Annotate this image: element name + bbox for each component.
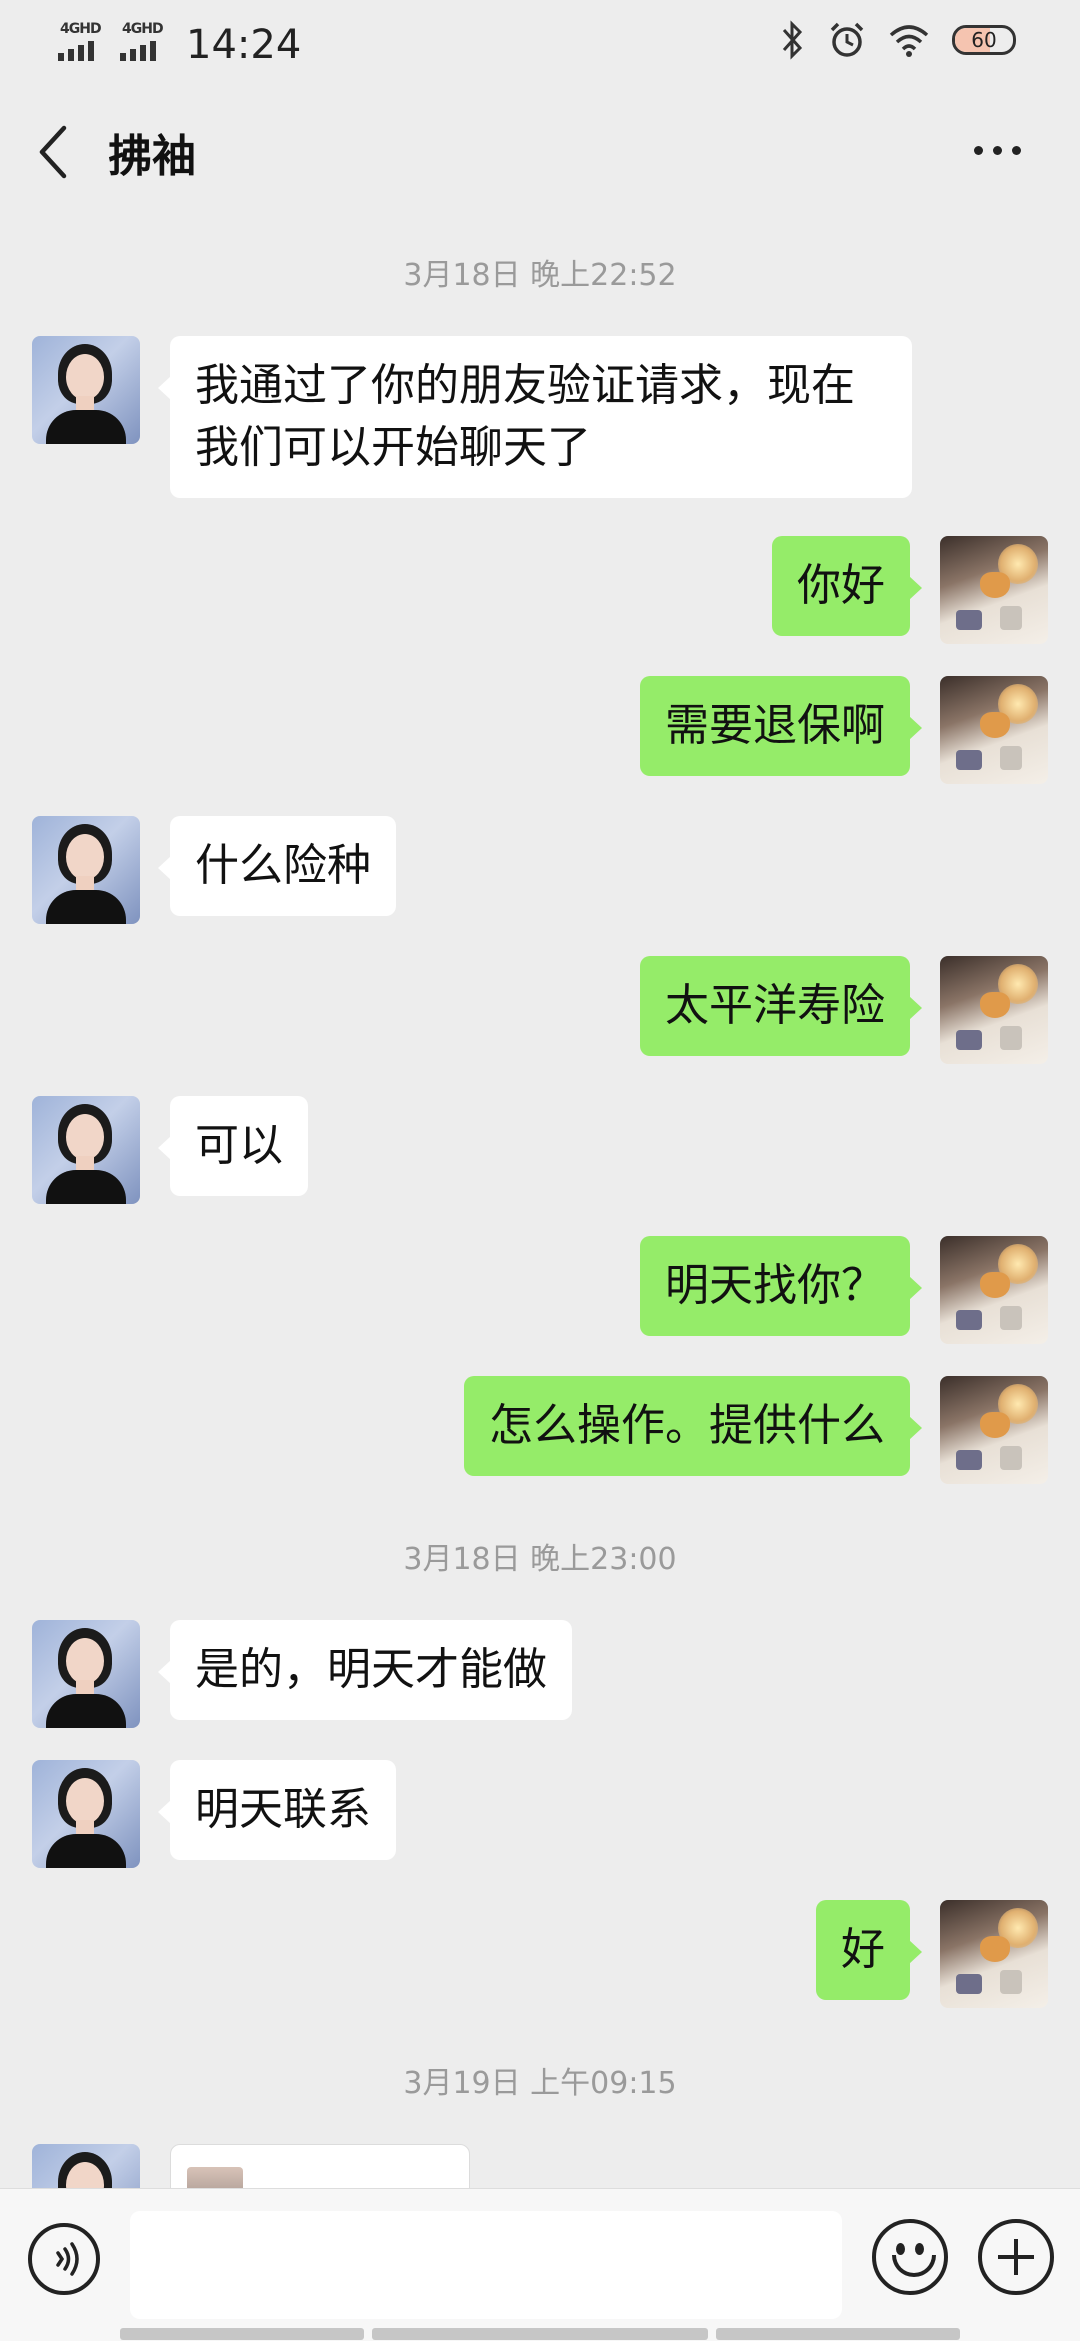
back-button[interactable]: [34, 122, 74, 182]
chat-title: 拂袖: [108, 131, 196, 182]
plus-button[interactable]: [978, 2219, 1054, 2295]
card-thumbnail: [187, 2167, 243, 2188]
timestamp: 3月18日 晚上22:52: [403, 258, 677, 293]
message-list[interactable]: 3月18日 晚上22:52 我通过了你的朋友验证请求，现在 我们可以开始聊天了 …: [0, 216, 1080, 2188]
card-message[interactable]: [170, 2144, 470, 2188]
network-type-2: 4GHD: [122, 21, 164, 37]
contact-avatar[interactable]: [32, 816, 140, 924]
keyboard-hint-bar: [372, 2328, 708, 2340]
message-bubble-incoming[interactable]: 可以: [158, 1096, 308, 1196]
emoji-button[interactable]: [872, 2219, 948, 2295]
cell-signal-icon: 4GHD: [58, 21, 114, 65]
my-avatar[interactable]: [940, 1376, 1048, 1484]
bluetooth-icon: [782, 20, 803, 60]
chat-header: 拂袖: [0, 80, 1080, 216]
keyboard-hint-bar: [716, 2328, 960, 2340]
my-avatar[interactable]: [940, 1900, 1048, 2008]
contact-avatar[interactable]: [32, 1760, 140, 1868]
my-avatar[interactable]: [940, 536, 1048, 644]
wifi-icon: [889, 25, 929, 57]
emoji-icon: [896, 2243, 905, 2255]
contact-avatar[interactable]: [32, 1096, 140, 1204]
status-bar: 4GHD 4GHD 14:24 60: [0, 0, 1080, 80]
contact-avatar[interactable]: [32, 336, 140, 444]
timestamp: 3月18日 晚上23:00: [403, 1542, 677, 1577]
message-bubble-incoming[interactable]: 是的，明天才能做: [158, 1620, 572, 1720]
voice-input-button[interactable]: [28, 2223, 100, 2295]
message-bubble-outgoing[interactable]: 太平洋寿险: [640, 956, 922, 1056]
alarm-icon: [830, 22, 864, 57]
contact-avatar[interactable]: [32, 2144, 140, 2188]
message-bubble-outgoing[interactable]: 怎么操作。提供什么: [464, 1376, 922, 1476]
voice-input-icon: [56, 2242, 79, 2276]
battery-level: 60: [971, 28, 997, 52]
message-line: 我通过了你的朋友验证请求，现在: [195, 360, 855, 411]
my-avatar[interactable]: [940, 676, 1048, 784]
message-bubble-incoming[interactable]: 什么险种: [158, 816, 396, 916]
message-bubble-outgoing[interactable]: 好: [816, 1900, 922, 2000]
my-avatar[interactable]: [940, 1236, 1048, 1344]
timestamp: 3月19日 上午09:15: [403, 2066, 677, 2101]
message-bubble-outgoing[interactable]: 需要退保啊: [640, 676, 922, 776]
message-bubble-incoming[interactable]: 我通过了你的朋友验证请求，现在 我们可以开始聊天了: [158, 336, 912, 498]
input-bar: [0, 2188, 1080, 2341]
my-avatar[interactable]: [940, 956, 1048, 1064]
cell-signal-icon-2: 4GHD: [120, 21, 176, 65]
status-right: 60: [780, 20, 1016, 60]
network-type-1: 4GHD: [60, 21, 102, 37]
more-button[interactable]: [974, 138, 1030, 162]
message-bubble-outgoing[interactable]: 明天找你？: [640, 1236, 922, 1336]
contact-avatar[interactable]: [32, 1620, 140, 1728]
status-time: 14:24: [186, 22, 302, 68]
message-bubble-incoming[interactable]: 明天联系: [158, 1760, 396, 1860]
message-input[interactable]: [130, 2211, 842, 2319]
keyboard-hint-bar: [120, 2328, 364, 2340]
status-left: 4GHD 4GHD 14:24: [58, 18, 301, 68]
message-line: 我们可以开始聊天了: [195, 422, 591, 473]
battery-icon: 60: [952, 25, 1016, 55]
message-bubble-outgoing[interactable]: 你好: [772, 536, 922, 636]
